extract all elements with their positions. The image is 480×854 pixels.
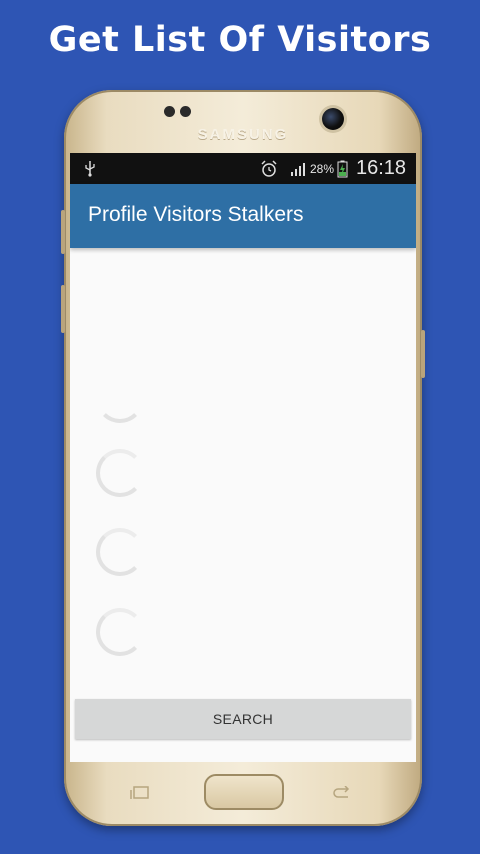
- loading-spinner: [96, 608, 144, 656]
- battery-charging-icon: [337, 160, 348, 178]
- recent-apps-icon[interactable]: [130, 786, 150, 800]
- loading-spinner: [96, 375, 144, 423]
- loading-spinner: [96, 449, 144, 497]
- signal-icon: [291, 163, 305, 176]
- back-icon[interactable]: [332, 786, 352, 800]
- status-clock: 16:18: [356, 157, 407, 179]
- home-button[interactable]: [204, 774, 284, 810]
- power-button: [421, 330, 425, 378]
- alarm-icon: [261, 160, 277, 177]
- status-bar: 28% 16:18: [70, 153, 416, 184]
- battery-percent: 28%: [310, 162, 335, 176]
- app-title: Profile Visitors Stalkers: [88, 203, 304, 226]
- brand-logo: SAMSUNG: [197, 126, 289, 143]
- phone-screen: 28% 16:18 Profile Visitors Stalkers SEAR…: [70, 153, 416, 762]
- loading-spinner: [96, 528, 144, 576]
- sensor-dot: [180, 106, 191, 117]
- promo-headline: Get List Of Visitors: [48, 20, 432, 60]
- usb-icon: [85, 161, 95, 177]
- bixby-button: [61, 285, 65, 333]
- search-button[interactable]: SEARCH: [75, 699, 411, 739]
- volume-button: [61, 210, 65, 254]
- sensor-dot: [164, 106, 175, 117]
- app-toolbar: Profile Visitors Stalkers: [70, 184, 416, 248]
- front-camera: [322, 108, 344, 130]
